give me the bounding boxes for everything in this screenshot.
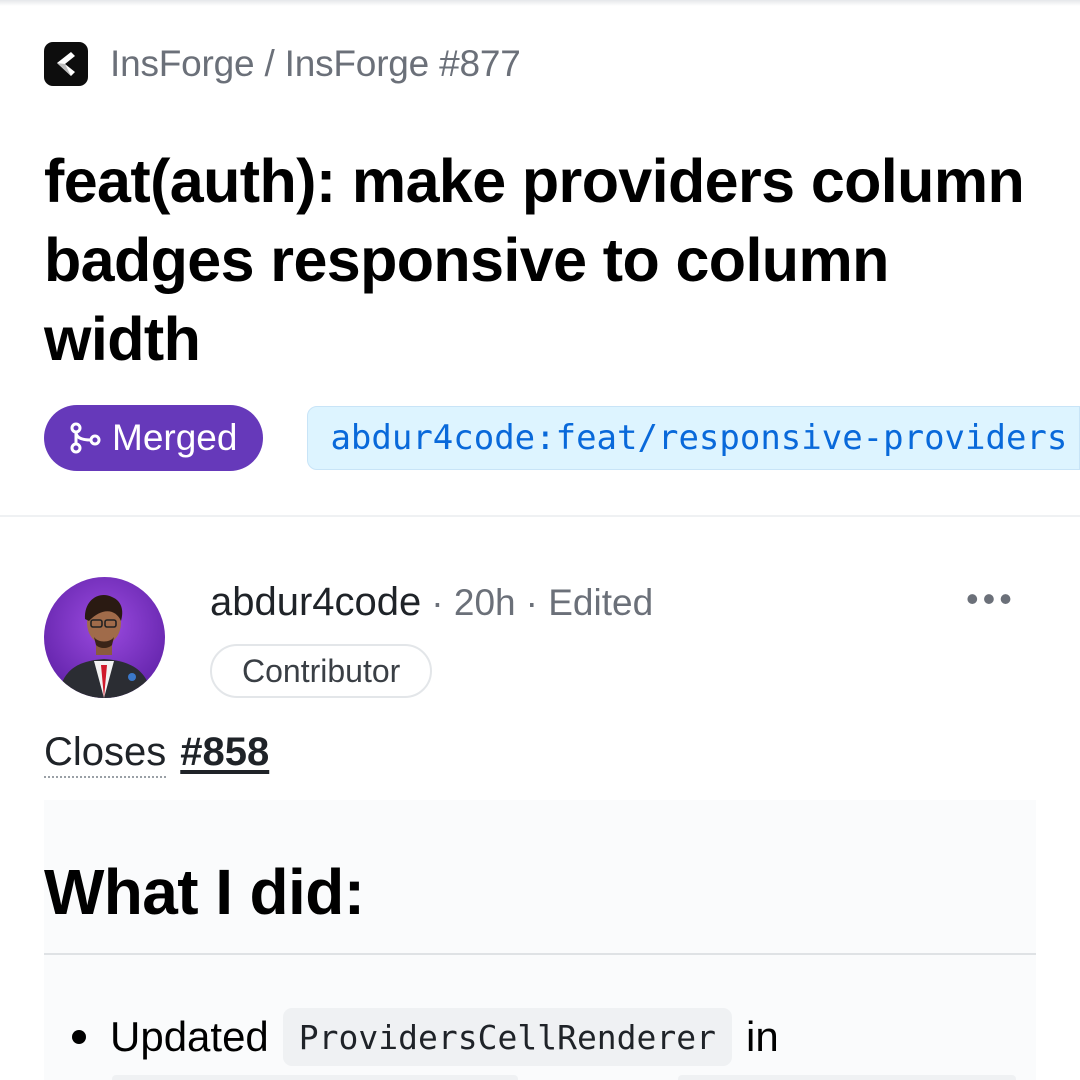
next-inline-code-fragment	[112, 1075, 518, 1080]
edited-indicator[interactable]: · Edited	[526, 582, 654, 624]
issue-link[interactable]: #858	[180, 730, 269, 775]
merged-status-label: Merged	[112, 417, 238, 458]
comment-author-line: abdur4code · 20h · Edited	[210, 580, 653, 632]
pr-title: feat(auth): make providers column badges…	[44, 147, 1025, 373]
section-heading: What I did:	[44, 856, 365, 928]
list-item: Updated ProvidersCellRenderer in	[72, 1008, 779, 1066]
top-edge	[0, 0, 1080, 6]
heading-rule	[44, 953, 1036, 955]
pr-status-row: Merged abdur4code:feat/responsive-provid…	[44, 405, 1080, 471]
comment-timestamp[interactable]: · 20h	[431, 582, 515, 624]
branch-name[interactable]: abdur4code:feat/responsive-providers	[307, 406, 1080, 470]
contributor-badge: Contributor	[210, 644, 433, 698]
closes-line: Closes #858	[44, 728, 269, 778]
avatar[interactable]	[44, 577, 165, 698]
bullet-dot	[72, 1030, 86, 1044]
bullet-text-before: Updated	[110, 1013, 269, 1060]
insforge-logo-icon	[44, 42, 88, 86]
author-name[interactable]: abdur4code	[210, 580, 421, 625]
bullet-text-after: in	[746, 1013, 779, 1060]
closes-label[interactable]: Closes	[44, 728, 167, 778]
merged-status-badge: Merged	[44, 405, 264, 471]
more-options-icon[interactable]: •••	[966, 581, 1016, 617]
inline-code: ProvidersCellRenderer	[282, 1008, 733, 1066]
merge-icon	[70, 422, 101, 454]
breadcrumb[interactable]: InsForge / InsForge #877	[110, 43, 521, 85]
repo-header[interactable]: InsForge / InsForge #877	[44, 42, 521, 86]
section-divider	[0, 515, 1080, 517]
next-inline-code-fragment	[678, 1075, 1016, 1080]
